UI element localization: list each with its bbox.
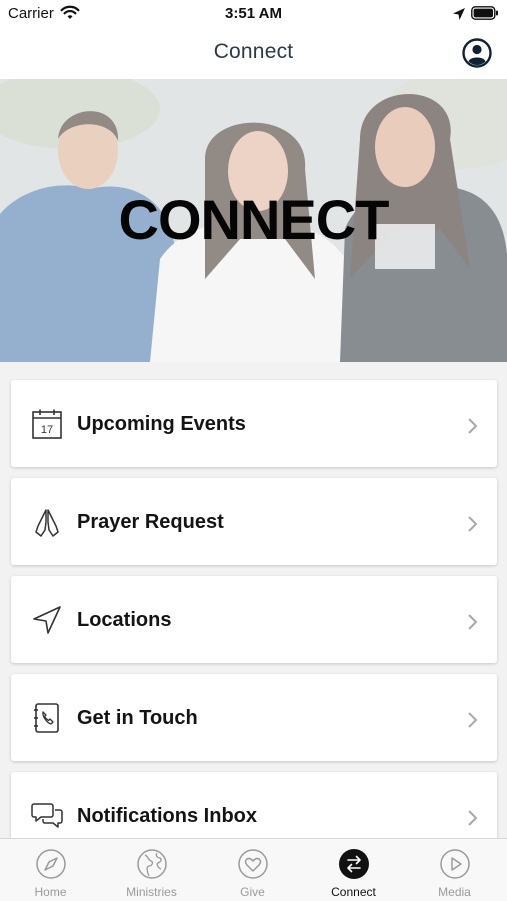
chevron-right-icon	[468, 810, 478, 826]
phone-book-icon	[34, 703, 59, 733]
tab-label: Media	[438, 885, 471, 899]
tab-home[interactable]: Home	[0, 839, 101, 901]
battery-icon	[471, 6, 498, 20]
tab-label: Give	[240, 885, 265, 899]
menu-item-locations[interactable]: Locations	[11, 576, 497, 663]
globe-icon	[137, 849, 167, 879]
menu-item-upcoming-events[interactable]: 17 Upcoming Events	[11, 380, 497, 467]
compass-icon	[36, 849, 66, 879]
location-arrow-icon	[453, 8, 465, 20]
menu-label: Upcoming Events	[77, 413, 246, 435]
status-bar: Carrier 3:51 AM	[0, 0, 507, 28]
heart-icon	[238, 849, 268, 879]
hero-banner: CONNECT	[0, 79, 507, 362]
swap-arrows-icon	[339, 849, 369, 879]
chevron-right-icon	[468, 418, 478, 434]
menu-label: Prayer Request	[77, 511, 224, 533]
profile-icon[interactable]	[462, 38, 492, 68]
play-icon	[440, 849, 470, 879]
tab-ministries[interactable]: Ministries	[101, 839, 202, 901]
menu-label: Notifications Inbox	[77, 805, 257, 827]
praying-hands-icon	[35, 509, 59, 537]
chevron-right-icon	[468, 516, 478, 532]
chevron-right-icon	[468, 614, 478, 630]
menu-label: Get in Touch	[77, 707, 198, 729]
navigation-bar: Connect	[0, 28, 507, 79]
calendar-icon: 17	[32, 409, 62, 439]
chat-bubbles-icon	[31, 803, 63, 828]
hero-title: CONNECT	[118, 188, 390, 251]
menu-item-get-in-touch[interactable]: Get in Touch	[11, 674, 497, 761]
tab-bar: Home Ministries Give Connect Media	[0, 838, 507, 901]
tab-label: Connect	[331, 885, 376, 899]
tab-give[interactable]: Give	[202, 839, 303, 901]
tab-media[interactable]: Media	[404, 839, 505, 901]
tab-label: Ministries	[126, 885, 177, 899]
tab-label: Home	[34, 885, 67, 899]
clock-time: 3:51 AM	[225, 5, 282, 22]
calendar-day-number: 17	[41, 424, 53, 436]
page-title: Connect	[213, 40, 294, 63]
navigation-arrow-icon	[33, 606, 61, 634]
tab-connect[interactable]: Connect	[303, 839, 404, 901]
menu-label: Locations	[77, 609, 172, 631]
chevron-right-icon	[468, 712, 478, 728]
menu-item-prayer-request[interactable]: Prayer Request	[11, 478, 497, 565]
